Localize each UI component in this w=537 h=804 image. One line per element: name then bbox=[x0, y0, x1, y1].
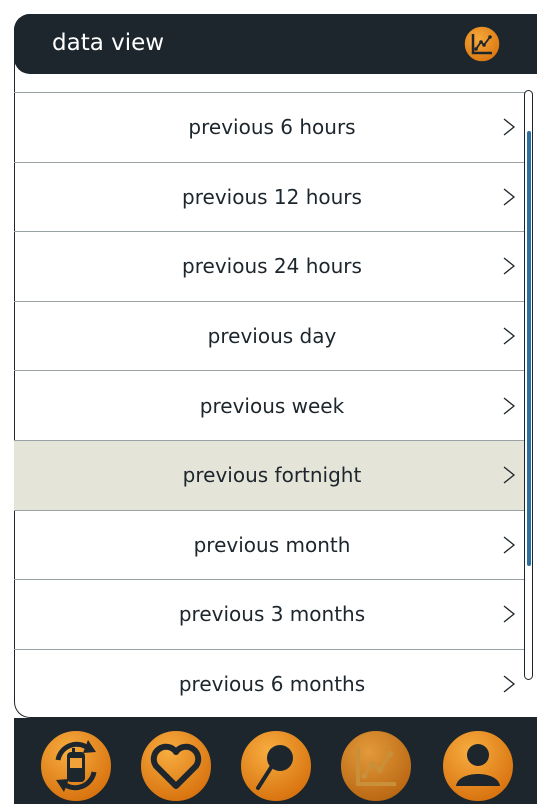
list-item-label: previous 6 months bbox=[178, 672, 366, 697]
chevron-right-icon bbox=[503, 118, 516, 136]
user-icon[interactable] bbox=[440, 728, 516, 804]
list-item-previous-day[interactable]: previous day bbox=[14, 300, 530, 371]
list-item-label: previous 3 months bbox=[178, 602, 366, 627]
chart-icon[interactable] bbox=[463, 25, 501, 63]
chevron-right-icon bbox=[503, 675, 516, 693]
list-item-label: previous month bbox=[193, 532, 351, 557]
list-item-previous-fortnight[interactable]: previous fortnight bbox=[14, 439, 530, 510]
scrollbar[interactable] bbox=[524, 90, 533, 680]
list-item-previous-12-hours[interactable]: previous 12 hours bbox=[14, 161, 530, 232]
list-item-label: previous 6 hours bbox=[188, 115, 356, 140]
time-range-list: previous 6 hours previous 12 hours previ… bbox=[14, 92, 530, 718]
list-item-previous-3-months[interactable]: previous 3 months bbox=[14, 579, 530, 649]
scrollbar-thumb[interactable] bbox=[526, 131, 531, 566]
phone-sync-icon[interactable] bbox=[38, 728, 114, 804]
list-item-label: previous 24 hours bbox=[182, 254, 362, 279]
page-title: data view bbox=[52, 30, 165, 56]
list-item-label: previous 12 hours bbox=[182, 184, 362, 209]
list-item-previous-6-hours[interactable]: previous 6 hours bbox=[14, 92, 530, 162]
list-item-previous-week[interactable]: previous week bbox=[14, 370, 530, 440]
pin-icon[interactable] bbox=[238, 728, 314, 804]
chevron-right-icon bbox=[503, 397, 516, 415]
chart-nav-icon[interactable] bbox=[338, 728, 414, 804]
chevron-right-icon bbox=[503, 257, 516, 275]
chevron-right-icon bbox=[503, 188, 516, 206]
chevron-right-icon bbox=[503, 536, 516, 554]
chevron-right-icon bbox=[503, 327, 516, 345]
list-item-previous-6-months[interactable]: previous 6 months bbox=[14, 648, 530, 719]
list-item-previous-24-hours[interactable]: previous 24 hours bbox=[14, 231, 530, 301]
chevron-right-icon bbox=[503, 605, 516, 623]
list-item-previous-month[interactable]: previous month bbox=[14, 509, 530, 580]
heart-icon[interactable] bbox=[138, 728, 214, 804]
chevron-right-icon bbox=[503, 466, 516, 484]
list-item-label: previous day bbox=[207, 324, 337, 349]
header-bar: data view bbox=[14, 14, 537, 74]
list-item-label: previous week bbox=[199, 393, 345, 418]
list-item-label: previous fortnight bbox=[182, 463, 362, 488]
